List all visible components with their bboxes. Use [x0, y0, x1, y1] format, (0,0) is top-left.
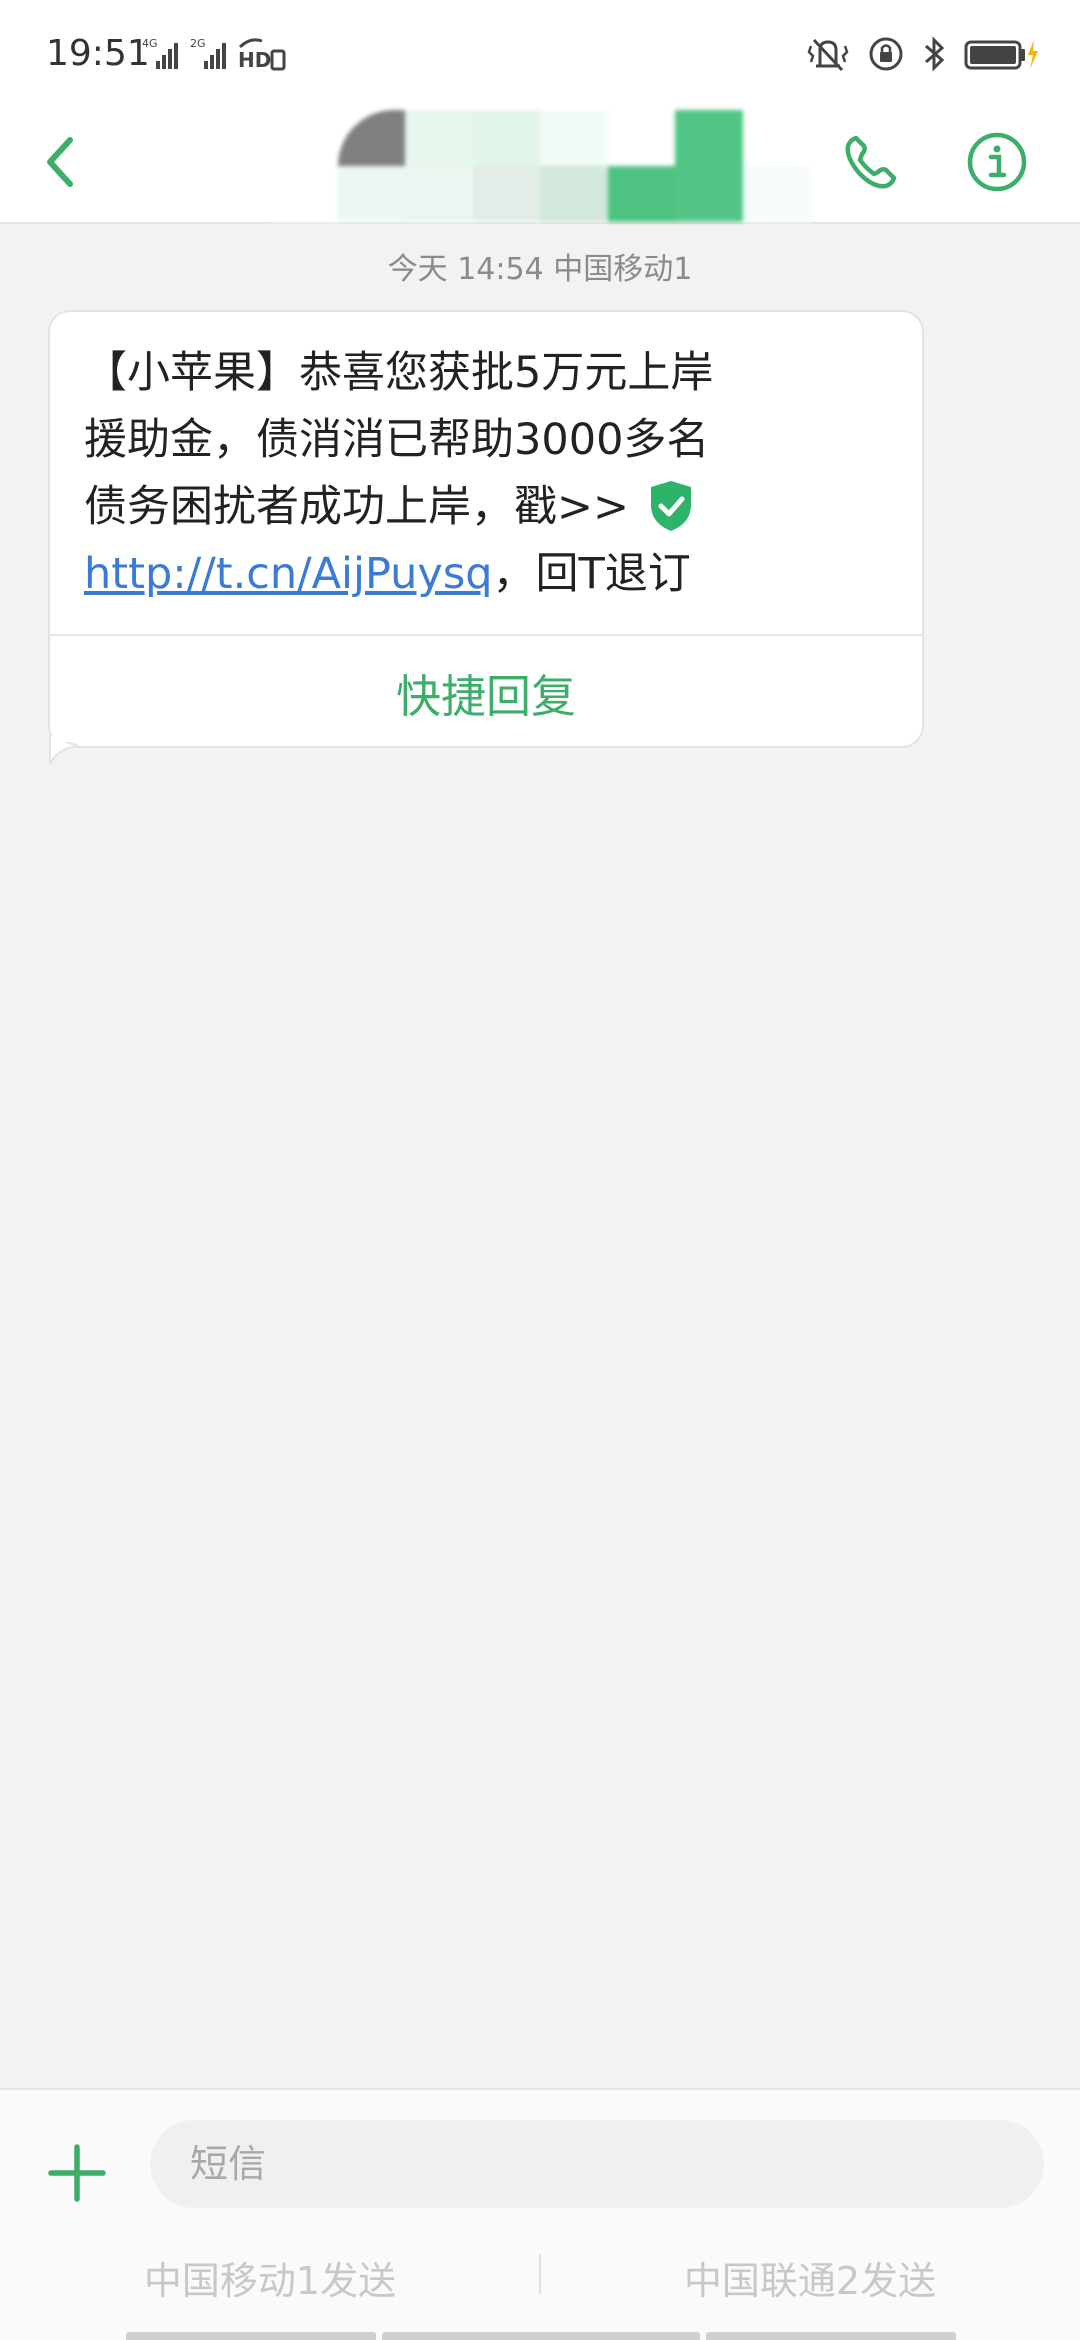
message-text: 【小苹果】恭喜您获批5万元上岸 援助金，债消消已帮助3000多名 债务困扰者成功… — [84, 340, 884, 608]
add-attachment-button[interactable] — [44, 2140, 110, 2206]
message-composer: 中国移动1发送 中国联通2发送 — [0, 2088, 1080, 2340]
call-button[interactable] — [835, 122, 905, 202]
messaging-screen: 19:51 4G 2G HD 今天 14:54 中国移动1 【小苹果】恭喜您获批… — [0, 0, 1080, 2340]
svg-text:2G: 2G — [190, 37, 206, 50]
system-indicators — [806, 34, 1040, 74]
hd-voice-icon: HD — [238, 38, 286, 71]
network-indicators: 4G 2G HD — [140, 34, 288, 74]
battery-charging-icon — [964, 40, 1038, 70]
message-input[interactable] — [150, 2120, 1044, 2208]
bluetooth-icon — [925, 36, 945, 72]
redaction-mosaic — [270, 110, 810, 222]
message-line-2: 援助金，债消消已帮助3000多名 — [84, 415, 710, 465]
message-line-4-row: http://t.cn/AijPuysq，回T退订 — [84, 541, 884, 608]
plus-icon — [48, 2144, 106, 2202]
handle-segment — [706, 2332, 956, 2340]
bubble-tail — [49, 736, 81, 765]
keyboard-handle — [126, 2332, 956, 2340]
handle-segment — [382, 2332, 700, 2340]
send-sim1-button[interactable]: 中国移动1发送 — [0, 2242, 540, 2312]
signal-2g-icon: 2G — [190, 37, 226, 69]
status-bar: 19:51 4G 2G HD — [0, 0, 1080, 110]
status-time: 19:51 — [46, 33, 150, 74]
info-icon — [967, 132, 1027, 192]
rotation-lock-icon — [869, 37, 903, 71]
chevron-left-icon — [47, 137, 73, 187]
verified-shield-icon — [651, 480, 692, 531]
handle-segment — [126, 2332, 376, 2340]
send-sim2-button[interactable]: 中国联通2发送 — [540, 2242, 1080, 2312]
signal-4g-icon: 4G — [142, 37, 178, 69]
quick-reply-button[interactable]: 快捷回复 — [50, 636, 922, 748]
phone-icon — [845, 135, 897, 189]
message-timestamp: 今天 14:54 中国移动1 — [387, 252, 693, 287]
message-line-1: 【小苹果】恭喜您获批5万元上岸 — [84, 348, 714, 398]
message-line-4-suffix: ，回T退订 — [492, 549, 691, 599]
message-bubble[interactable]: 【小苹果】恭喜您获批5万元上岸 援助金，债消消已帮助3000多名 债务困扰者成功… — [48, 310, 924, 748]
vibrate-icon — [807, 38, 849, 72]
message-line-3: 债务困扰者成功上岸，戳>> — [84, 482, 630, 532]
message-link[interactable]: http://t.cn/AijPuysq — [84, 549, 493, 599]
conversation-header — [0, 110, 1080, 224]
back-button[interactable] — [30, 120, 90, 204]
svg-text:4G: 4G — [142, 37, 158, 50]
info-button[interactable] — [962, 122, 1032, 202]
message-line-3-row: 债务困扰者成功上岸，戳>> — [84, 474, 884, 541]
svg-text:HD: HD — [238, 48, 271, 71]
contact-name-redacted — [270, 110, 810, 222]
send-options: 中国移动1发送 中国联通2发送 — [0, 2242, 1080, 2312]
